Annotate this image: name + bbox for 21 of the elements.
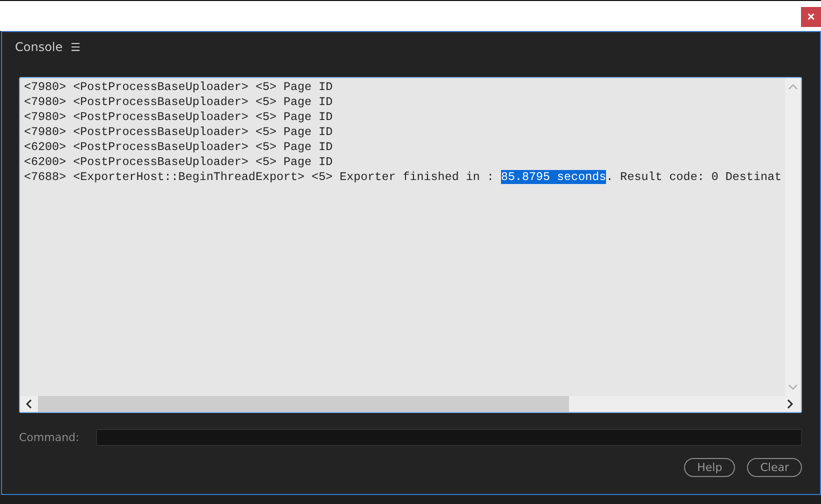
log-line: <7980> <PostProcessBaseUploader> <5> Page ID (24, 80, 333, 95)
log-line: <7688> <ExporterHost::BeginThreadExport> <5> Exporter finished in : 85.8795 seconds. Result code: 0 Destinat (24, 170, 782, 185)
log-line: <6200> <PostProcessBaseUploader> <5> Page ID (24, 155, 333, 170)
menu-icon[interactable]: ☰ (70, 40, 81, 54)
log-line: <7980> <PostProcessBaseUploader> <5> Page ID (24, 110, 333, 125)
close-button[interactable]: × (801, 7, 821, 27)
up-caret-icon[interactable] (788, 84, 798, 90)
log-line: <7980> <PostProcessBaseUploader> <5> Page ID (24, 95, 333, 110)
scrollbar-thumb[interactable] (38, 396, 569, 412)
vertical-scrollbar[interactable] (785, 78, 801, 396)
panel-button[interactable]: Help (684, 458, 736, 477)
command-label: Command: (19, 431, 80, 444)
down-caret-icon[interactable] (788, 384, 798, 390)
panel-button[interactable]: Clear (747, 458, 802, 477)
selected-text: 85.8795 seconds (500, 170, 606, 184)
panel-title: Console (15, 40, 63, 54)
command-field[interactable] (96, 429, 802, 446)
left-caret-icon[interactable] (26, 399, 32, 409)
log-line: <6200> <PostProcessBaseUploader> <5> Page ID (24, 140, 333, 155)
log-line: <7980> <PostProcessBaseUploader> <5> Page ID (24, 125, 333, 140)
right-caret-icon[interactable] (787, 399, 793, 409)
